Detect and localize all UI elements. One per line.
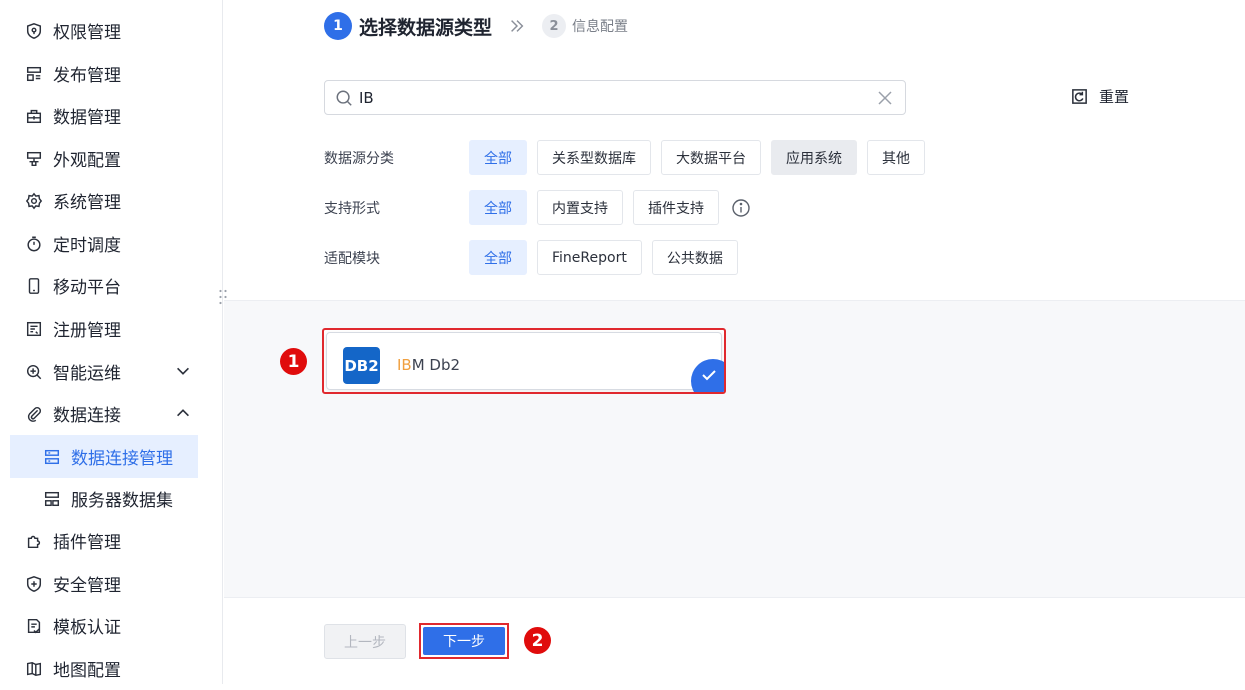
sidebar-item-permission[interactable]: 权限管理	[10, 9, 198, 52]
footer: 上一步 下一步 2	[224, 598, 1245, 684]
sidebar-item-label: 移动平台	[53, 278, 121, 298]
sidebar-item-label: 智能运维	[53, 364, 121, 384]
sidebar-item-data-connection[interactable]: 数据连接	[10, 392, 198, 435]
datasource-list: 1 DB2 IBM Db2	[224, 300, 1245, 598]
server-dataset-icon	[42, 489, 62, 509]
step-2-number: 2	[542, 14, 567, 38]
search-icon	[336, 90, 352, 106]
sidebar-item-timer[interactable]: 定时调度	[10, 222, 198, 265]
sidebar-item-label: 权限管理	[53, 23, 121, 43]
sidebar-item-label: 数据连接	[53, 406, 121, 426]
filter-row-module: 适配模块 全部 FineReport 公共数据	[324, 240, 748, 275]
sidebar-item-data-manage[interactable]: 数据管理	[10, 94, 198, 137]
chip-finereport[interactable]: FineReport	[537, 240, 642, 275]
reset-icon	[1072, 89, 1087, 104]
sidebar-item-server-dataset[interactable]: 服务器数据集	[10, 477, 198, 520]
search-input[interactable]	[359, 88, 839, 107]
sidebar-item-label: 数据管理	[53, 108, 121, 128]
name-highlight: IB	[397, 356, 412, 374]
mobile-icon	[24, 276, 44, 296]
reset-label: 重置	[1099, 88, 1130, 106]
chip-application[interactable]: 应用系统	[771, 140, 857, 175]
selected-check-badge	[691, 359, 724, 392]
gear-icon	[24, 191, 44, 211]
sidebar-item-label: 模板认证	[53, 618, 121, 638]
ops-icon	[24, 362, 44, 382]
sidebar-item-ops[interactable]: 智能运维	[10, 350, 198, 393]
sidebar-item-label: 系统管理	[53, 193, 121, 213]
paperclip-icon	[24, 404, 44, 424]
db2-logo-icon: DB2	[343, 347, 380, 384]
next-step-highlight: 下一步	[419, 623, 509, 659]
sidebar-item-label: 地图配置	[53, 661, 121, 681]
step-2-label: 信息配置	[572, 19, 629, 35]
step-1-number: 1	[324, 12, 352, 40]
chip-relational-db[interactable]: 关系型数据库	[537, 140, 651, 175]
map-icon	[24, 659, 44, 679]
filter-label: 支持形式	[324, 200, 380, 217]
template-cert-icon	[24, 616, 44, 636]
chip-all[interactable]: 全部	[469, 240, 527, 275]
sidebar-item-plugin[interactable]: 插件管理	[10, 519, 198, 562]
chip-other[interactable]: 其他	[867, 140, 925, 175]
sidebar-item-label: 定时调度	[53, 236, 121, 256]
sidebar: 权限管理 发布管理 数据管理 外观配置 系统管理 定时调度 移动平台 注册管理 …	[0, 0, 223, 684]
sidebar-item-register[interactable]: 注册管理	[10, 307, 198, 350]
sidebar-item-data-connection-manage[interactable]: 数据连接管理	[10, 435, 198, 478]
prev-step-button[interactable]: 上一步	[324, 624, 406, 659]
chevron-up-icon	[177, 409, 189, 417]
sidebar-item-mobile[interactable]: 移动平台	[10, 264, 198, 307]
plugin-icon	[24, 531, 44, 551]
datasource-name: IBM Db2	[397, 356, 460, 374]
annotation-marker-2: 2	[524, 627, 551, 654]
info-icon[interactable]	[731, 198, 751, 218]
filter-label: 数据源分类	[324, 150, 394, 167]
chip-builtin[interactable]: 内置支持	[537, 190, 623, 225]
sidebar-item-label: 服务器数据集	[71, 491, 173, 511]
check-icon	[702, 370, 716, 381]
chip-plugin[interactable]: 插件支持	[633, 190, 719, 225]
step-indicator: 1 选择数据源类型 2 信息配置	[324, 10, 628, 42]
chip-public-data[interactable]: 公共数据	[651, 240, 738, 275]
chip-bigdata[interactable]: 大数据平台	[661, 140, 761, 175]
sidebar-item-label: 外观配置	[53, 151, 121, 171]
permission-shield-icon	[24, 21, 44, 41]
double-chevron-right-icon	[511, 20, 524, 32]
sidebar-item-label: 发布管理	[53, 66, 121, 86]
sidebar-item-label: 安全管理	[53, 576, 121, 596]
appearance-icon	[24, 149, 44, 169]
sidebar-item-template-cert[interactable]: 模板认证	[10, 604, 198, 647]
filter-label: 适配模块	[324, 250, 380, 267]
sidebar-item-security[interactable]: 安全管理	[10, 562, 198, 605]
annotation-marker-1: 1	[280, 348, 307, 375]
timer-icon	[24, 234, 44, 254]
db-connection-icon	[42, 447, 62, 467]
clear-icon[interactable]	[877, 90, 893, 106]
reset-button[interactable]: 重置	[1070, 86, 1129, 107]
sidebar-item-publish[interactable]: 发布管理	[10, 52, 198, 95]
sidebar-item-label: 注册管理	[53, 321, 121, 341]
next-step-button[interactable]: 下一步	[423, 627, 505, 655]
name-rest: M Db2	[411, 356, 461, 374]
security-shield-icon	[24, 574, 44, 594]
publish-icon	[24, 64, 44, 84]
sidebar-item-system[interactable]: 系统管理	[10, 179, 198, 222]
search-box	[324, 80, 906, 115]
filter-row-category: 数据源分类 全部 关系型数据库 大数据平台 应用系统 其他	[324, 140, 935, 175]
sidebar-item-label: 插件管理	[53, 533, 121, 553]
datasource-card-ibm-db2[interactable]: DB2 IBM Db2	[322, 328, 726, 394]
chip-all[interactable]: 全部	[469, 190, 527, 225]
filter-row-support: 支持形式 全部 内置支持 插件支持	[324, 190, 751, 225]
main-panel: 1 选择数据源类型 2 信息配置 重置 数据源分类 全部 关系型数据库 大数据平…	[224, 0, 1245, 684]
card-body: DB2 IBM Db2	[326, 332, 724, 392]
step-1-label: 选择数据源类型	[359, 16, 493, 39]
sidebar-item-appearance[interactable]: 外观配置	[10, 137, 198, 180]
register-icon	[24, 319, 44, 339]
chevron-down-icon	[177, 367, 189, 375]
chip-all[interactable]: 全部	[469, 140, 527, 175]
sidebar-item-label: 数据连接管理	[71, 449, 173, 469]
data-manage-icon	[24, 106, 44, 126]
